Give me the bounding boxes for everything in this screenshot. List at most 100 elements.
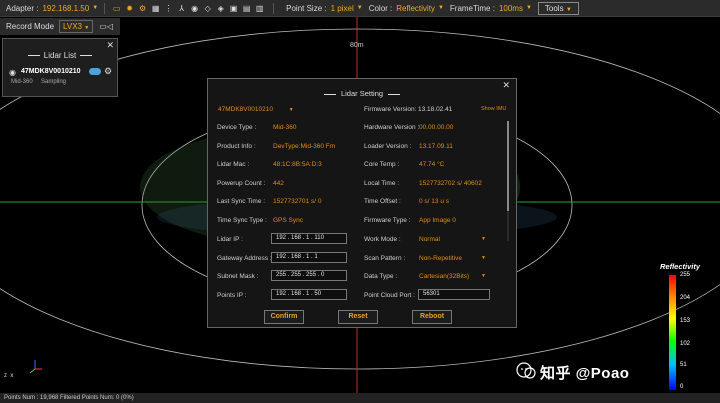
lidar-mac-value: 48:1C:8B:5A:D:3 (273, 161, 322, 168)
gateway-address-label: Gateway Address : (217, 255, 272, 262)
chevron-down-icon[interactable]: ▼ (357, 5, 363, 11)
lidar-setting-dialog: ✕ Lidar Setting 47MDK8V0010210 ▼ Firmwar… (207, 78, 517, 328)
point-cloud-port-label: Point Cloud Port : (364, 292, 415, 299)
chevron-down-icon[interactable]: ▼ (526, 5, 532, 11)
confirm-button[interactable]: Confirm (264, 310, 304, 324)
cube-top-icon[interactable]: ▣ (228, 3, 239, 14)
lidar-list-title: Lidar List (3, 51, 117, 60)
record-bar: Record Mode LVX3 ▼ ▭◁ (0, 18, 120, 35)
cube-3d-icon[interactable]: ▤ (241, 3, 252, 14)
data-type-select[interactable]: Cartesian(32Bits) ▼ (419, 273, 489, 280)
last-sync-value: 1527732701 s/ 0 (273, 198, 322, 205)
firmware-version-value: 13.18.02.41 (418, 106, 453, 113)
eye-icon[interactable]: ◉ (9, 68, 16, 77)
gear-icon[interactable]: ⚙ (104, 66, 112, 77)
lidar-ip-input[interactable]: 192 . 168 . 1 . 110 (271, 233, 347, 244)
loader-version-value: 13.17.09.11 (419, 143, 453, 150)
record-mode-value: LVX3 (63, 22, 83, 31)
frame-time-select[interactable]: 100ms (499, 4, 523, 13)
gateway-address-input[interactable]: 192 . 168 . 1 . 1 (271, 252, 347, 263)
folder-icon[interactable]: ▭ (111, 3, 122, 14)
lidar-list-panel: ✕ Lidar List ◉ 47MDK8V0010210 Mid-360 Sa… (2, 38, 118, 97)
scan-pattern-select[interactable]: Non-Repetitive ▼ (419, 255, 489, 262)
chevron-down-icon: ▼ (481, 236, 486, 242)
color-label: Color : (368, 3, 393, 13)
local-time-value: 1527732702 s/ 40602 (419, 180, 482, 187)
core-temp-label: Core Temp : (364, 161, 400, 168)
lidar-list-item[interactable]: ◉ 47MDK8V0010210 Mid-360 Sampling ⚙ (9, 66, 113, 88)
lidar-mac-label: Lidar Mac : (217, 161, 250, 168)
firmware-type-label: Firmware Type : (364, 217, 411, 224)
reflectivity-color-bar (669, 275, 676, 390)
reboot-button[interactable]: Reboot (412, 310, 452, 324)
legend-tick: 51 (680, 362, 687, 368)
range-label: 80m (350, 42, 364, 49)
status-bar: Points Num : 19,968 Filtered Points Num:… (0, 393, 720, 403)
layers-icon[interactable]: ▥ (254, 3, 265, 14)
legend-tick: 153 (680, 318, 691, 324)
dialog-scrollbar[interactable] (507, 121, 509, 241)
cube-side-icon[interactable]: ◈ (215, 3, 226, 14)
tools-button[interactable]: Tools ▼ (537, 1, 579, 15)
adapter-select[interactable]: 192.168.1.50 (42, 4, 89, 13)
show-imu-link[interactable]: Show IMU (481, 106, 506, 112)
camera-icon[interactable]: ▭◁ (99, 22, 113, 31)
legend-tick: 255 (680, 272, 691, 278)
powerup-count-value: 442 (273, 180, 284, 187)
eye-icon[interactable]: ◉ (189, 3, 200, 14)
time-offset-value: 0 s/ 13 u s (419, 198, 449, 205)
record-mode-label: Record Mode (6, 22, 55, 31)
device-type-label: Device Type : (217, 124, 257, 131)
grid-icon[interactable]: ▦ (150, 3, 161, 14)
filter-icon[interactable]: ⋮ (163, 3, 174, 14)
local-time-label: Local Time : (364, 180, 400, 187)
point-cloud-port-input[interactable]: 56301 (418, 289, 490, 300)
points-ip-label: Points IP : (217, 292, 247, 299)
watermark-logo-icon (516, 362, 536, 379)
work-mode-select[interactable]: Normal ▼ (419, 236, 489, 243)
lidar-status: Sampling (41, 79, 67, 85)
point-size-select[interactable]: 1 pixel (331, 4, 354, 13)
subnet-mask-input[interactable]: 255 . 255 . 255 . 0 (271, 270, 347, 281)
last-sync-label: Last Sync Time : (217, 198, 266, 205)
lidar-model: Mid-360 (11, 79, 33, 85)
chevron-down-icon[interactable]: ▼ (438, 5, 444, 11)
gear-icon[interactable]: ⚙ (137, 3, 148, 14)
cube-front-icon[interactable]: ◇ (202, 3, 213, 14)
hardware-version-value: 00.00.00.00 (419, 124, 454, 131)
data-type-label: Data Type : (364, 273, 398, 280)
adapter-label: Adapter : (6, 3, 39, 13)
color-select[interactable]: Reflectivity (396, 4, 435, 13)
close-icon[interactable]: ✕ (106, 40, 114, 51)
points-ip-input[interactable]: 192 . 168 . 1 . 50 (271, 289, 347, 300)
subnet-mask-label: Subnet Mask : (217, 273, 259, 280)
lidar-toggle[interactable] (89, 68, 101, 75)
chevron-down-icon: ▼ (288, 107, 294, 113)
lidar-ip-label: Lidar IP : (217, 236, 243, 243)
time-offset-label: Time Offset : (364, 198, 401, 205)
device-type-value: Mid-360 (273, 124, 297, 131)
reset-button[interactable]: Reset (338, 310, 378, 324)
watermark-text: 知乎 @Poao (540, 365, 630, 382)
loader-version-label: Loader Version : (364, 143, 412, 150)
frame-time-label: FrameTime : (449, 3, 495, 13)
chevron-down-icon[interactable]: ▼ (92, 5, 98, 11)
product-info-value: DevType:Mid-360 Fm (273, 143, 336, 150)
firmware-type-value: App Image 0 (419, 217, 456, 224)
core-temp-value: 47.74 °C (419, 161, 445, 168)
settings-icon[interactable]: ✹ (124, 3, 135, 14)
legend-tick: 0 (680, 384, 684, 390)
main-toolbar: Adapter : 192.168.1.50 ▼ ▭ ✹ ⚙ ▦ ⋮ ⅄ ◉ ◇… (0, 0, 720, 17)
time-sync-type-value: GPS Sync (273, 217, 303, 224)
firmware-version-label: Firmware Version: (364, 106, 417, 113)
powerup-count-label: Powerup Count : (217, 180, 266, 187)
legend-tick: 102 (680, 341, 691, 347)
record-mode-select[interactable]: LVX3 ▼ (59, 20, 94, 33)
axis-icon[interactable]: ⅄ (176, 3, 187, 14)
legend-tick: 204 (680, 295, 691, 301)
device-select[interactable]: 47MDK8V0010210 ▼ (218, 106, 294, 113)
scrollbar-thumb[interactable] (507, 121, 509, 211)
chevron-down-icon: ▼ (481, 273, 486, 279)
lidar-code: 47MDK8V0010210 (21, 68, 81, 75)
axis-gizmo-label: z x (4, 373, 14, 379)
